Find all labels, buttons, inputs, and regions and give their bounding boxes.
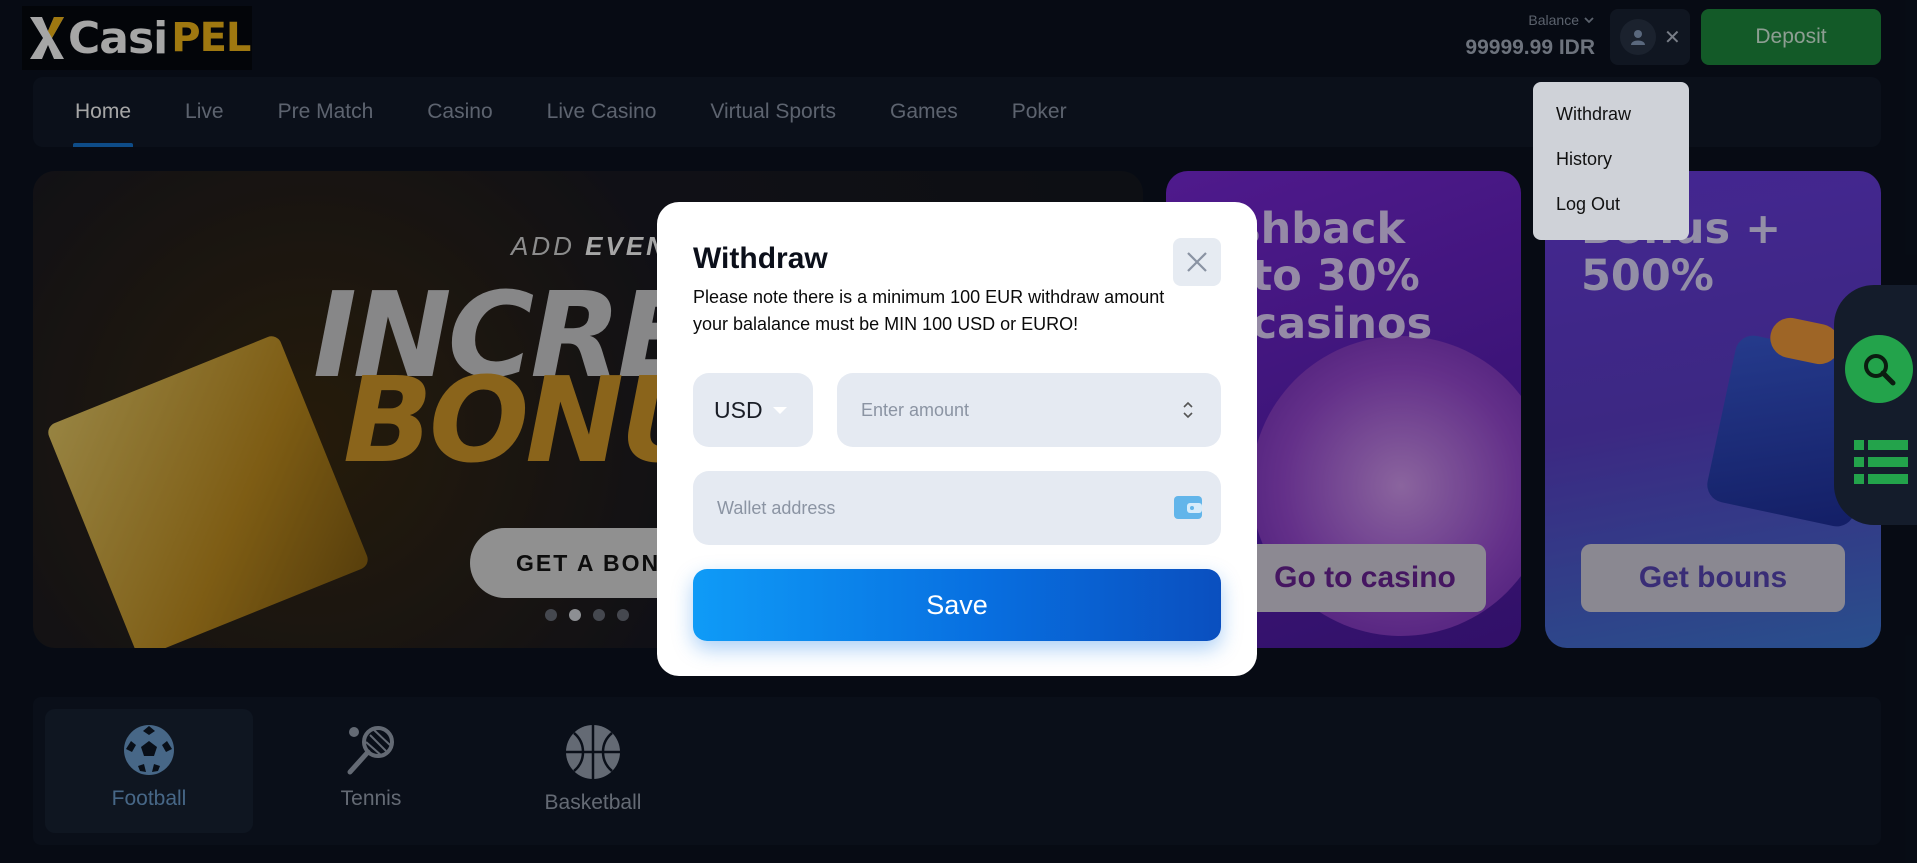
bonus-title-line2: 500% — [1581, 251, 1714, 302]
balance-label: Balance — [1528, 12, 1579, 28]
currency-value: USD — [714, 396, 763, 423]
deposit-button[interactable]: Deposit — [1701, 9, 1881, 65]
sport-tab-basketball[interactable]: Basketball — [489, 709, 697, 833]
sport-label-football: Football — [111, 787, 187, 810]
close-icon — [1187, 252, 1207, 272]
amount-field[interactable] — [837, 373, 1221, 447]
sport-label-tennis: Tennis — [340, 787, 402, 810]
withdraw-modal: Withdraw Please note there is a minimum … — [657, 202, 1257, 676]
modal-title: Withdraw — [693, 242, 828, 275]
get-bonus-button[interactable]: Get bouns — [1581, 544, 1845, 612]
menu-item-withdraw[interactable]: Withdraw — [1533, 104, 1689, 149]
sport-tab-tennis[interactable]: Tennis — [267, 709, 475, 833]
carousel-dot[interactable] — [617, 609, 629, 621]
withdraw-note: Please note there is a minimum 100 EUR w… — [693, 287, 1165, 334]
tennis-racket-icon — [347, 726, 394, 775]
nav-item-poker[interactable]: Poker — [1012, 77, 1067, 147]
caret-down-icon — [772, 406, 787, 414]
balance-label-row[interactable]: Balance — [1528, 12, 1595, 28]
stepper-up-icon[interactable] — [1182, 401, 1194, 409]
modal-close-button[interactable] — [1173, 238, 1221, 286]
carousel-dot[interactable] — [545, 609, 557, 621]
user-dropdown-menu: Withdraw History Log Out — [1533, 82, 1689, 240]
close-user-menu-icon[interactable]: ✕ — [1664, 25, 1681, 50]
go-to-casino-button[interactable]: Go to casino — [1244, 544, 1486, 612]
side-tools-panel — [1834, 285, 1917, 525]
balance-value: 99999.99 IDR — [1465, 36, 1595, 59]
logo-x-icon — [30, 17, 64, 59]
wallet-icon — [1174, 496, 1202, 519]
banner-subtitle-prefix: ADD — [511, 231, 575, 261]
basketball-icon — [566, 725, 620, 779]
user-menu-toggle[interactable]: ✕ — [1610, 9, 1690, 65]
stepper-down-icon[interactable] — [1182, 411, 1194, 419]
nav-item-live[interactable]: Live — [185, 77, 224, 147]
list-view-icon[interactable] — [1854, 440, 1908, 489]
nav-item-casino[interactable]: Casino — [427, 77, 492, 147]
sport-tab-football[interactable]: Football — [45, 709, 253, 833]
amount-input[interactable] — [861, 373, 1161, 447]
currency-select[interactable]: USD — [693, 373, 813, 447]
soccer-ball-icon — [124, 725, 174, 775]
amount-stepper[interactable] — [1179, 398, 1197, 422]
logo[interactable]: Casi PEL — [22, 6, 252, 70]
carousel-dots — [545, 609, 629, 621]
logo-text-pel: PEL — [171, 15, 251, 61]
header: Casi PEL Balance 99999.99 IDR ✕ Deposit — [0, 0, 1917, 72]
search-icon[interactable] — [1845, 335, 1913, 403]
user-avatar-icon[interactable] — [1620, 19, 1656, 55]
chevron-down-icon — [1584, 17, 1594, 24]
carousel-dot-active[interactable] — [569, 609, 581, 621]
nav-item-games[interactable]: Games — [890, 77, 958, 147]
menu-item-log-out[interactable]: Log Out — [1533, 194, 1689, 239]
save-button[interactable]: Save — [693, 569, 1221, 641]
logo-text-casi: Casi — [68, 12, 168, 64]
nav-item-pre-match[interactable]: Pre Match — [278, 77, 374, 147]
balance[interactable]: Balance 99999.99 IDR — [1465, 12, 1595, 60]
promo-banner-bonus-500[interactable]: Bonus + 500% Get bouns — [1545, 171, 1881, 648]
carousel-dot[interactable] — [593, 609, 605, 621]
menu-item-history[interactable]: History — [1533, 149, 1689, 194]
sports-bar: Football Tennis Basketball — [33, 697, 1881, 845]
sport-label-basketball: Basketball — [544, 791, 642, 814]
nav-item-live-casino[interactable]: Live Casino — [547, 77, 657, 147]
wallet-field[interactable] — [693, 471, 1221, 545]
nav-item-home[interactable]: Home — [72, 77, 134, 147]
nav-item-virtual-sports[interactable]: Virtual Sports — [710, 77, 836, 147]
wallet-address-input[interactable] — [717, 471, 1017, 545]
